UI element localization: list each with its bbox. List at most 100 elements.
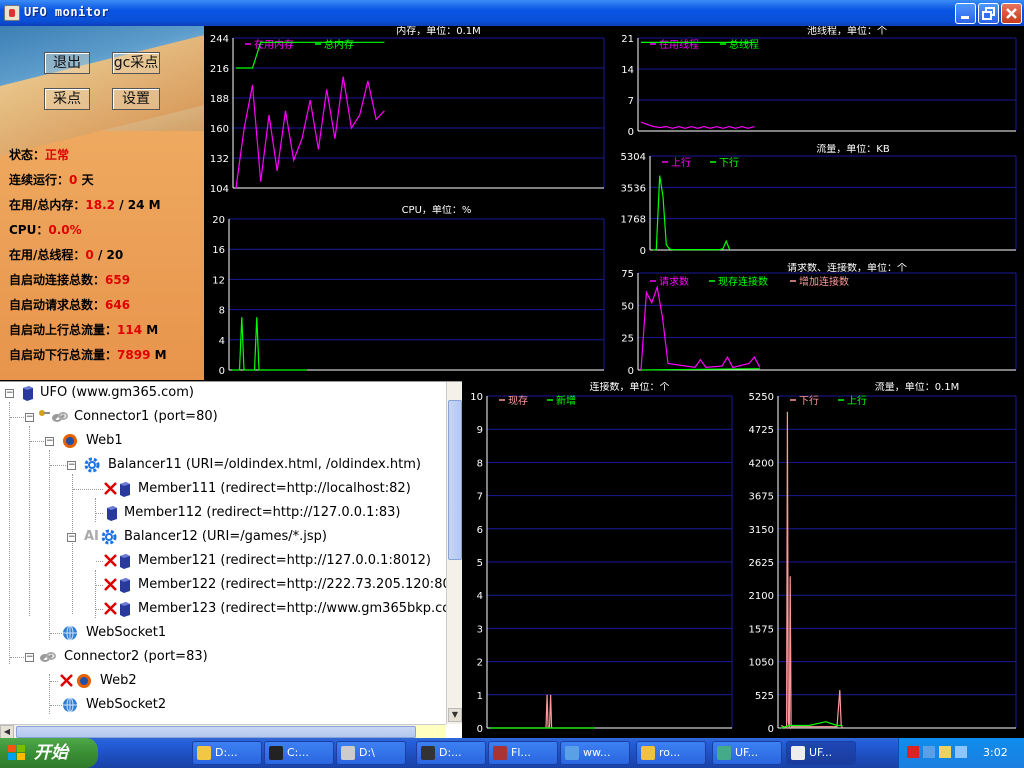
taskbar-button[interactable]: UF... [712, 741, 782, 765]
minimize-icon [961, 16, 969, 19]
stat-row: CPU：0.0% [9, 221, 82, 238]
y-tick-label: 20 [212, 215, 225, 226]
y-tick-label: 75 [621, 269, 634, 280]
error-x-icon [60, 674, 73, 687]
window-title: UFO monitor [24, 5, 109, 19]
tree-label: Connector2 (port=83) [64, 649, 208, 664]
collapse-toggle[interactable]: − [45, 437, 54, 446]
taskbar-button[interactable]: C:... [264, 741, 334, 765]
stat-label: 在用/总线程： [9, 248, 86, 262]
network-icon[interactable] [923, 746, 935, 758]
title-bar[interactable]: UFO monitor [0, 0, 1024, 26]
legend-label: 总内存 [324, 38, 354, 51]
stat-row: 自启动上行总流量：114 M [9, 321, 158, 338]
y-tick-label: 0 [219, 366, 225, 377]
collapse-toggle[interactable]: − [25, 653, 34, 662]
server-icon [107, 506, 117, 521]
stat-row: 在用/总内存：18.2 / 24 M [9, 196, 161, 213]
taskbar-button[interactable]: D:... [192, 741, 262, 765]
y-tick-label: 0 [628, 127, 634, 138]
y-tick-label: 5 [477, 558, 483, 569]
task-label: Fl... [511, 746, 531, 759]
legend-label: 增加连接数 [799, 275, 849, 288]
server-tree[interactable]: − UFO (www.gm365.com) − Connector1 (port… [0, 381, 462, 738]
tree-vertical-scrollbar[interactable]: ▼ [446, 382, 462, 724]
taskbar-button[interactable]: D:... [416, 741, 486, 765]
stat-label: 自启动上行总流量： [9, 323, 118, 337]
y-tick-label: 3150 [749, 525, 774, 536]
task-app-icon [197, 746, 211, 760]
tray-app-icon[interactable] [907, 746, 919, 758]
collapse-toggle[interactable]: − [67, 461, 76, 470]
series-line [652, 175, 731, 251]
y-tick-label: 10 [470, 392, 483, 403]
scroll-thumb[interactable] [16, 726, 416, 738]
y-tick-label: 5304 [621, 152, 646, 163]
taskbar-button[interactable]: Fl... [488, 741, 558, 765]
y-tick-label: 4200 [749, 458, 774, 469]
stat-value: 18.2 [85, 198, 115, 212]
chart-title: 请求数、连接数，单位：个 [787, 263, 907, 274]
gc-sample-button[interactable]: gc采点 [112, 52, 160, 74]
gear-icon [84, 457, 100, 473]
start-button[interactable]: 开始 [0, 738, 98, 768]
tree-label: Connector1 (port=80) [74, 409, 218, 424]
task-label: D:\ [359, 746, 375, 759]
y-tick-label: 8 [477, 458, 483, 469]
close-button[interactable] [1001, 3, 1022, 24]
taskbar-button[interactable]: ww... [560, 741, 630, 765]
collapse-toggle[interactable]: − [5, 389, 14, 398]
ai-marker: AI [84, 529, 99, 544]
scroll-left-arrow[interactable]: ◀ [0, 725, 14, 738]
settings-button[interactable]: 设置 [112, 88, 160, 110]
clock: 3:02 [983, 746, 1008, 759]
stat-value: 659 [105, 273, 131, 287]
y-tick-label: 5250 [749, 392, 774, 403]
stat-value: 0 [69, 173, 78, 187]
y-tick-label: 525 [755, 691, 774, 702]
exit-button[interactable]: 退出 [44, 52, 90, 74]
taskbar-button[interactable]: D:\ [336, 741, 406, 765]
taskbar-button[interactable]: ro... [636, 741, 706, 765]
server-icon [120, 554, 130, 569]
firefox-icon [63, 434, 77, 448]
chart-title: 流量，单位：KB [816, 144, 890, 155]
maximize-button[interactable] [978, 3, 999, 24]
y-tick-label: 21 [621, 34, 634, 45]
y-tick-label: 12 [212, 275, 225, 286]
stat-unit: / 24 M [119, 198, 161, 212]
stat-row: 自启动连接总数：659 [9, 271, 130, 288]
volume-icon[interactable] [939, 746, 951, 758]
task-label: UF... [735, 746, 759, 759]
collapse-toggle[interactable]: − [67, 533, 76, 542]
tray-misc-icon[interactable] [955, 746, 967, 758]
series-line [235, 76, 385, 189]
task-app-icon [493, 746, 507, 760]
legend-label: 新增 [556, 394, 576, 407]
server-icon [120, 482, 130, 497]
chart-title: 连接数，单位：个 [590, 382, 670, 393]
y-tick-label: 1 [477, 691, 483, 702]
stat-row: 自启动下行总流量：7899 M [9, 346, 167, 363]
tree-label: Balancer12 (URI=/games/*.jsp) [124, 529, 327, 544]
scroll-thumb[interactable] [448, 400, 462, 560]
restore-icon [982, 7, 995, 20]
stat-unit: 天 [81, 173, 94, 187]
stat-label: 自启动请求总数： [9, 298, 106, 312]
app-window: UFO monitor 退出 gc采点 采点 设置 状态：正常 连续运行：0 天… [0, 0, 1024, 768]
y-tick-label: 0 [768, 724, 774, 735]
sample-button[interactable]: 采点 [44, 88, 90, 110]
y-tick-label: 1050 [749, 658, 774, 669]
threads-chart: 0 7 14 21 池线程，单位：个 在用线程 总线程 [614, 26, 1024, 141]
stat-value: 114 [117, 323, 143, 337]
tree-horizontal-scrollbar[interactable]: ◀ ▶ [0, 724, 446, 738]
legend-label: 现存连接数 [718, 275, 768, 288]
scroll-down-arrow[interactable]: ▼ [448, 708, 462, 722]
client-area: 退出 gc采点 采点 设置 状态：正常 连续运行：0 天在用/总内存：18.2 … [0, 26, 1024, 738]
server-icon [23, 386, 33, 401]
minimize-button[interactable] [955, 3, 976, 24]
y-tick-label: 3 [477, 624, 483, 635]
taskbar-button[interactable]: UF... [786, 741, 856, 765]
y-tick-label: 7 [628, 96, 634, 107]
collapse-toggle[interactable]: − [25, 413, 34, 422]
